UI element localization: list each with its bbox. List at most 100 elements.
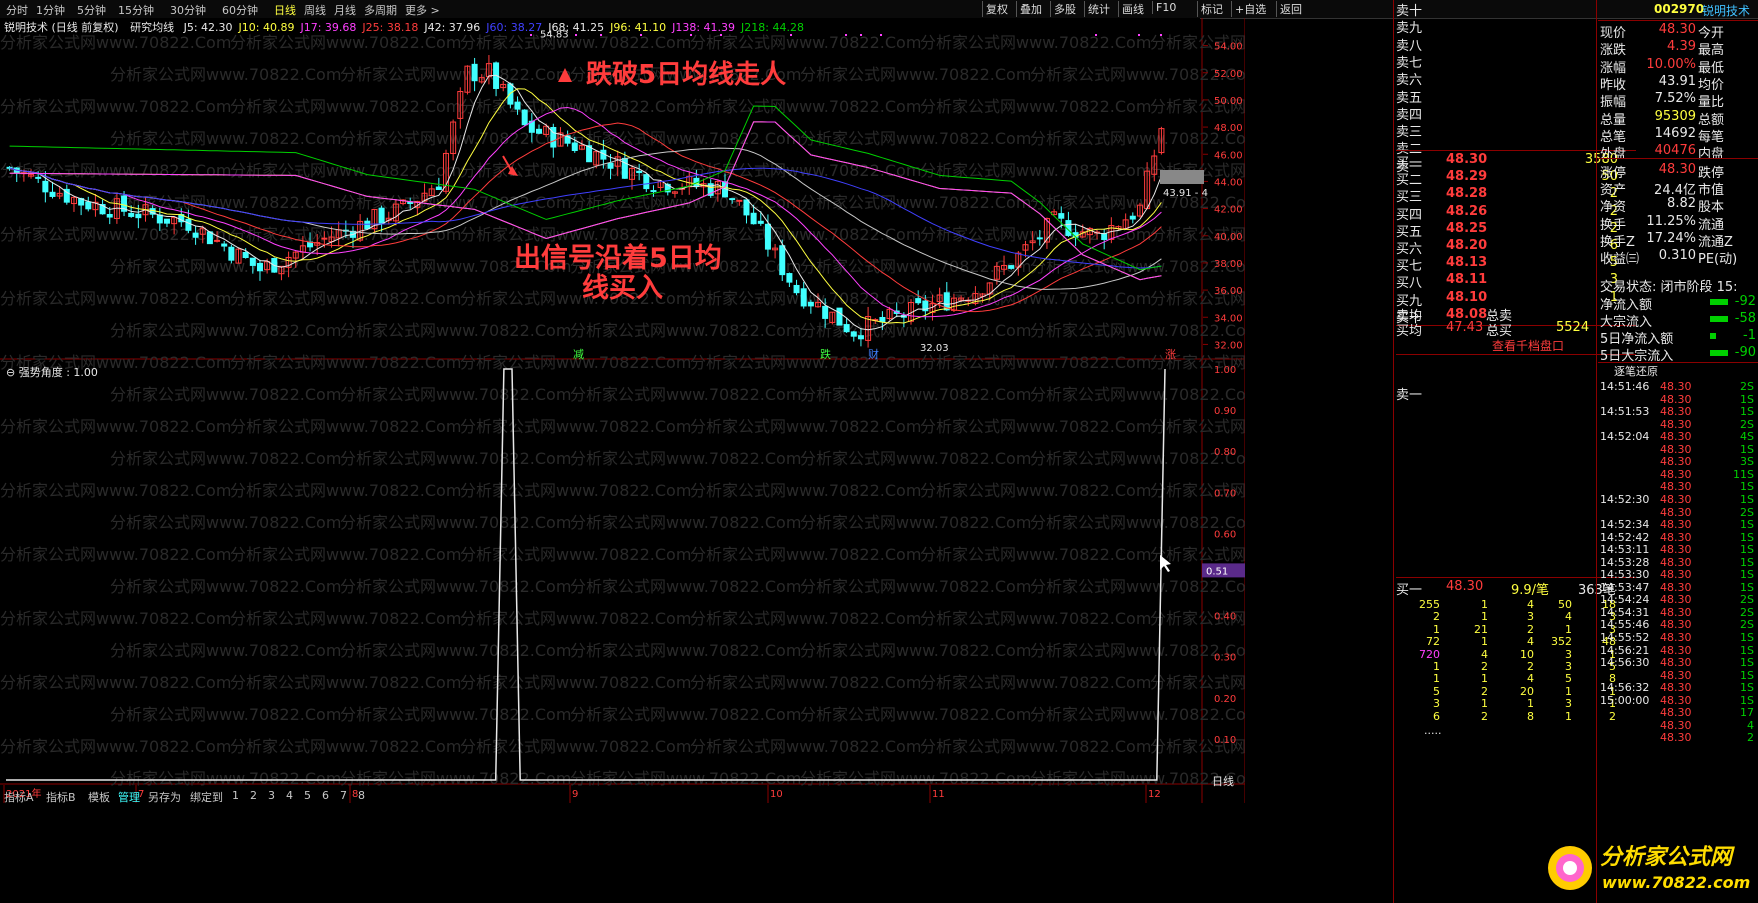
toolbar-button[interactable]: 标记 xyxy=(1197,1,1226,17)
toolbar-button[interactable]: 叠加 xyxy=(1016,1,1045,17)
queue-cell: 2 xyxy=(1609,709,1616,723)
last-price-box: 43.91 - 4 xyxy=(1163,188,1208,199)
tick-price: 48.30 xyxy=(1660,580,1692,594)
signal-dot xyxy=(575,34,577,36)
watermark-text: 分析家公式网www.70822.Com xyxy=(800,641,1031,660)
signal-dot xyxy=(1095,34,1097,36)
toolbar-button[interactable]: 复权 xyxy=(982,1,1011,17)
queue-cell: 1 xyxy=(1433,660,1440,673)
watermark-text: 分析家公式网www.70822.Com xyxy=(1030,577,1245,596)
tick-price: 48.30 xyxy=(1660,706,1692,720)
indicator-tab[interactable]: 指标B xyxy=(46,789,76,805)
info-label-right: 最低 xyxy=(1698,60,1725,76)
period-tab[interactable]: 多周期 xyxy=(364,2,397,18)
candle-body xyxy=(850,331,857,337)
candle-body xyxy=(636,170,643,174)
toolbar-button[interactable]: F10 xyxy=(1152,1,1179,14)
event-tag: 涨 xyxy=(1165,348,1176,361)
period-tab[interactable]: 30分钟 xyxy=(170,2,206,18)
indicator-tab[interactable]: 另存为 xyxy=(148,789,181,805)
indicator-tab[interactable]: 4 xyxy=(286,789,293,802)
stock-name: 锐明技术 xyxy=(1702,4,1751,18)
indicator-tab[interactable]: 绑定到 xyxy=(190,789,223,805)
tick-volume: 1S xyxy=(1740,656,1754,670)
candle-body xyxy=(49,191,56,197)
period-tab[interactable]: 更多 > xyxy=(405,2,440,18)
kline-chart[interactable]: 分析家公式网www.70822.Com分析家公式网www.70822.Com分析… xyxy=(0,18,1245,803)
tick-price: 48.30 xyxy=(1660,643,1692,657)
queue-cell: 4 xyxy=(1481,647,1488,661)
info-label-right: 流通 xyxy=(1698,217,1725,233)
signal-dot xyxy=(640,34,642,36)
indicator-tab[interactable]: 5 xyxy=(304,789,311,802)
period-tab[interactable]: 分时 xyxy=(6,2,28,18)
candle-body xyxy=(650,190,657,193)
ma-value: J96: 41.10 xyxy=(610,21,667,34)
view-depth-link[interactable]: 查看千档盘口 xyxy=(1492,337,1564,355)
info-value: 7.52% xyxy=(1654,91,1696,107)
tick-time: 14:54:24 xyxy=(1600,593,1650,607)
watermark-text: 分析家公式网www.70822.Com xyxy=(920,225,1151,244)
watermark-text: 分析家公式网www.70822.Com xyxy=(460,481,691,500)
trade-state: 交易状态: 闭市阶段 15: xyxy=(1600,280,1738,295)
period-tab[interactable]: 日线 xyxy=(274,2,296,18)
tick-volume: 1S xyxy=(1740,631,1754,644)
tick-volume: 1S xyxy=(1740,480,1754,494)
queue-cell: 3 xyxy=(1565,660,1572,673)
ticks-title[interactable]: 逐笔还原 xyxy=(1614,363,1658,381)
indicator-tab[interactable]: 6 xyxy=(322,789,329,802)
period-tab[interactable]: 月线 xyxy=(334,2,356,18)
watermark-text: 分析家公式网www.70822.Com xyxy=(570,129,801,148)
watermark-text: 分析家公式网www.70822.Com xyxy=(0,97,231,116)
indicator-tab[interactable]: 模板 xyxy=(88,789,110,805)
watermark-text: 分析家公式网www.70822.Com xyxy=(1030,321,1245,340)
indicator-tab[interactable]: 1 xyxy=(232,789,239,802)
info-value: 11.25% xyxy=(1646,213,1696,229)
period-tab[interactable]: 60分钟 xyxy=(222,2,258,18)
toolbar-button[interactable]: 画线 xyxy=(1118,1,1147,17)
indicator-name[interactable]: 研究均线 xyxy=(130,21,174,34)
watermark-text: 分析家公式网www.70822.Com xyxy=(1030,65,1245,84)
indicator-tab[interactable]: 3 xyxy=(268,789,275,802)
indicator-tab[interactable]: 7 xyxy=(340,789,347,802)
watermark-text: 分析家公式网www.70822.Com xyxy=(570,577,801,596)
watermark-text: 分析家公式网www.70822.Com xyxy=(110,577,341,596)
collapse-icon[interactable]: ⊖ xyxy=(6,366,15,379)
watermark-text: 分析家公式网www.70822.Com xyxy=(920,97,1151,116)
period-tab[interactable]: 15分钟 xyxy=(118,2,154,18)
candle-body xyxy=(836,307,843,326)
watermark-text: 分析家公式网www.70822.Com xyxy=(570,193,801,212)
toolbar-button[interactable]: 返回 xyxy=(1276,1,1305,17)
buy-level-label: 买四 xyxy=(1396,207,1423,223)
info-label: 涨停 xyxy=(1600,166,1627,181)
buy-level-label: 买五 xyxy=(1396,224,1423,240)
tick-time: 14:53:28 xyxy=(1600,555,1650,569)
tick-time: 14:53:47 xyxy=(1600,580,1650,594)
toolbar-button[interactable]: +自选 xyxy=(1231,1,1269,17)
info-value: 24.4亿 xyxy=(1654,183,1696,199)
tick-price: 48.30 xyxy=(1660,618,1692,632)
order-summary: 5524 xyxy=(1556,320,1590,335)
flow-label: 5日净流入额 xyxy=(1600,332,1674,347)
toolbar-button[interactable]: 多股 xyxy=(1050,1,1079,17)
period-tab[interactable]: 周线 xyxy=(304,2,326,18)
period-tab[interactable]: 1分钟 xyxy=(36,2,65,18)
info-value: 95309 xyxy=(1654,108,1696,124)
indicator-tab[interactable]: 管理 xyxy=(118,789,140,805)
tick-price: 48.30 xyxy=(1660,631,1692,644)
candle-body xyxy=(128,212,135,217)
tick-time: 14:51:53 xyxy=(1600,405,1650,419)
indicator-tab[interactable]: 8 xyxy=(358,789,365,802)
queue-more: ..... xyxy=(1424,724,1442,737)
indicator-tab[interactable]: 2 xyxy=(250,789,257,802)
sub-tick: 0.60 xyxy=(1214,529,1236,540)
candle-body xyxy=(221,243,228,247)
bottom-period[interactable]: 日线 xyxy=(1212,773,1234,789)
info-value: 10.00% xyxy=(1646,56,1696,72)
period-tab[interactable]: 5分钟 xyxy=(77,2,106,18)
indicator-tab[interactable]: 指标A xyxy=(4,789,34,805)
tick-price: 48.30 xyxy=(1660,605,1692,619)
signal-dot xyxy=(1138,34,1140,36)
watermark-text: 分析家公式网www.70822.Com xyxy=(800,321,1031,340)
toolbar-button[interactable]: 统计 xyxy=(1084,1,1113,17)
